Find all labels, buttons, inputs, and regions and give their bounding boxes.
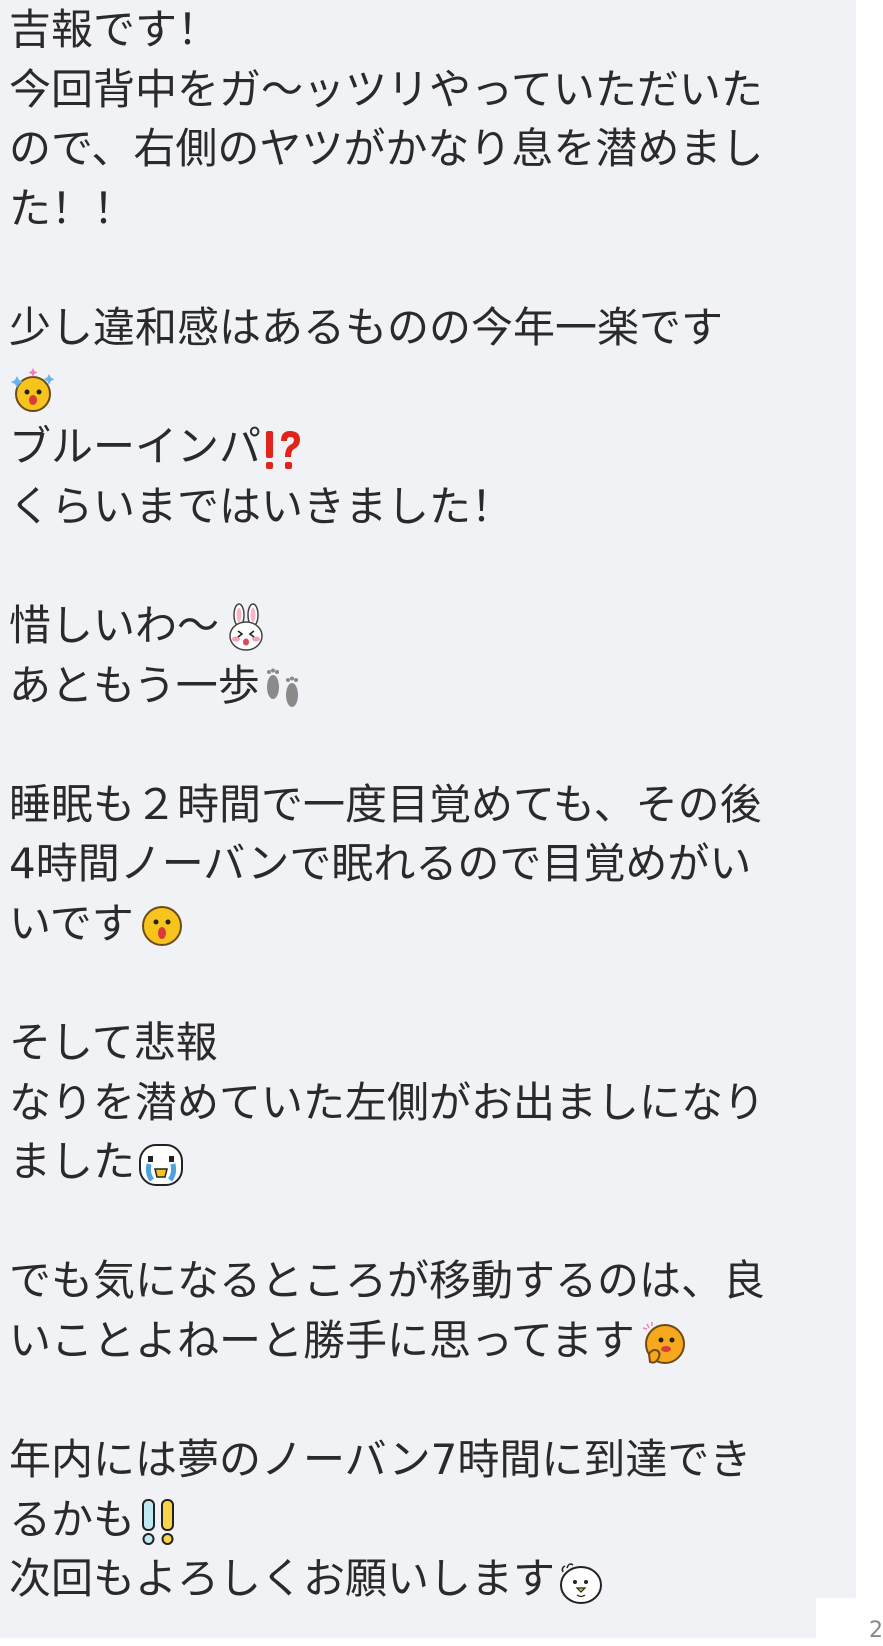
message-line: 睡眠も２時間で一度目覚めても、その後 <box>9 779 762 829</box>
message-text: るかも <box>9 1494 136 1544</box>
surprised-face-sticker-icon <box>140 904 184 948</box>
message-line: ブルーインパ <box>9 417 826 477</box>
message-text: あともう一歩 <box>9 660 260 710</box>
message-text: いことよねーと勝手に思ってます <box>9 1316 635 1366</box>
message-text: ました <box>9 1137 136 1187</box>
message-line: るかも <box>9 1490 826 1550</box>
thinking-face-sticker-icon <box>641 1320 687 1368</box>
message-line: あともう一歩 <box>9 656 826 716</box>
sparkle-face-sticker-icon <box>9 366 57 414</box>
message-line: 年内には夢のノーバン7時間に到達でき <box>9 1435 752 1485</box>
footprints-icon <box>260 663 306 713</box>
message-line: 4時間ノーバンで眠れるので目覚めがい <box>9 839 752 889</box>
bunny-sticker-icon <box>223 603 269 653</box>
message-line: なりを潜めていた左側がお出ましになり <box>9 1077 766 1127</box>
message-line: でも気になるところが移動するのは、良 <box>9 1256 766 1306</box>
interrobang-icon <box>263 427 303 473</box>
message-line: 惜しいわ〜 <box>9 596 826 656</box>
chick-sticker-icon <box>557 1558 605 1606</box>
message-line: いことよねーと勝手に思ってます <box>9 1311 826 1371</box>
crying-bird-sticker-icon <box>137 1142 185 1188</box>
message-text: いです <box>9 898 134 948</box>
message-text: 次回もよろしくお願いします <box>9 1554 556 1604</box>
message-line: 次回もよろしくお願いします <box>9 1549 826 1609</box>
message-line: いです <box>9 894 826 954</box>
message-bubble: 吉報です！ 今回背中をガ〜ッツリやっていただいた ので、右側のヤツがかなり息を潜… <box>0 0 856 1638</box>
message-line: くらいまではいきました！ <box>9 481 514 531</box>
double-exclamation-icon <box>137 1497 181 1547</box>
corner-mark: 2 <box>869 1618 883 1643</box>
message-line: 少し違和感はあるものの今年一楽です <box>9 302 724 352</box>
message-line: 吉報です！ <box>9 5 220 54</box>
bubble-tail-corner <box>816 1598 856 1638</box>
message-line: ので、右側のヤツがかなり息を潜めまし <box>9 124 764 174</box>
message-text: 惜しいわ〜 <box>9 600 220 650</box>
message-line-emoji <box>9 358 826 418</box>
message-text: ブルーインパ <box>9 422 262 472</box>
message-line: ました <box>9 1132 826 1192</box>
message-line: た！！ <box>9 183 136 233</box>
message-line: 今回背中をガ〜ッツリやっていただいた <box>9 64 763 114</box>
message-line: そして悲報 <box>9 1018 218 1068</box>
